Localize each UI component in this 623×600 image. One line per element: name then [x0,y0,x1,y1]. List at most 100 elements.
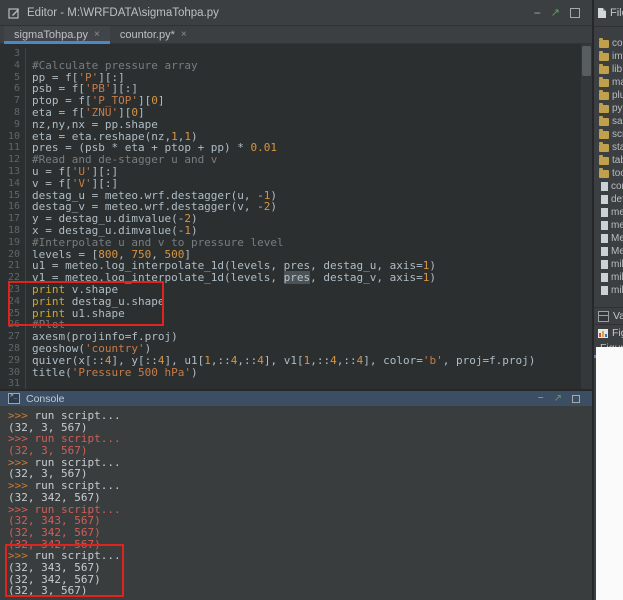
editor-window-title: Editor - M:\WRFDATA\sigmaTohpa.py [27,7,534,19]
line-number: 21 [0,260,26,272]
figures-chart-icon [598,329,608,338]
edit-icon [8,7,20,19]
console-window-title: Console [26,393,538,405]
figures-panel-header[interactable]: Figu [594,324,623,341]
variables-panel-title: Va [613,310,623,322]
detach-arrow-icon[interactable]: ↗ [551,7,560,19]
tree-item-col[interactable]: col [594,37,623,50]
line-number: 16 [0,201,26,213]
console-output: >>> run script...(32, 3, 567)>>> run scr… [8,410,588,600]
line-number: 27 [0,331,26,343]
tree-item-lib[interactable]: lib [594,63,623,76]
editor-tab[interactable]: sigmaTohpa.py × [4,26,110,43]
folder-icon [599,66,609,74]
console-title-bar: Console − ↗ [0,391,592,406]
line-number: 19 [0,237,26,249]
tree-item-label: scri [612,129,623,140]
tree-item-label: def [611,194,623,205]
minimize-icon[interactable]: − [538,393,544,405]
line-number: 23 [0,284,26,296]
tab-label: countor.py* [120,29,175,41]
figure-canvas [596,347,623,600]
tree-item-mil[interactable]: mil [594,271,623,284]
tree-item-label: met [611,220,623,231]
editor-tab-bar: sigmaTohpa.py × countor.py* × [0,26,592,44]
console-line: >>> run script... [8,410,588,422]
maximize-icon[interactable] [572,395,580,403]
file-icon [601,234,608,243]
file-icon [601,221,608,230]
file-tree: colimalib maplupylisanscri stattabtoocon de… [594,27,623,307]
tab-close-icon[interactable]: × [181,29,187,40]
folder-icon [599,40,609,48]
console-window-controls: − ↗ [538,393,580,405]
line-number: 28 [0,343,26,355]
code-text: title('Pressure 500 hPa') [26,367,198,379]
code-area: 34#Calculate pressure array5pp = f['P'][… [0,44,580,389]
right-panel: File colimalibmaplupylisanscristattabtoo… [592,0,623,600]
folder-icon [599,157,609,165]
tree-item-label: mil [611,285,623,296]
folder-icon [599,53,609,61]
code-line[interactable]: 25print u1.shape [0,308,580,320]
tree-item-san[interactable]: san [594,115,623,128]
tree-item-label: stat [612,142,623,153]
tab-close-icon[interactable]: × [94,29,100,40]
tree-item-ma[interactable]: ma [594,76,623,89]
tab-label: sigmaTohpa.py [14,29,88,41]
tree-item-mila[interactable]: mila [594,258,623,271]
file-icon [601,182,608,191]
line-number: 7 [0,95,26,107]
detach-arrow-icon[interactable]: ↗ [554,393,562,405]
tree-item-too[interactable]: too [594,167,623,180]
editor-body[interactable]: 34#Calculate pressure array5pp = f['P'][… [0,44,592,389]
console-icon [8,393,20,404]
file-icon [601,208,608,217]
line-number: 10 [0,131,26,143]
tree-item-pyli[interactable]: pyli [594,102,623,115]
file-icon [601,273,608,282]
tree-item-label: con [611,181,623,192]
editor-scrollbar[interactable] [581,44,592,389]
tree-item-mil[interactable]: mil [594,284,623,297]
tree-item-met[interactable]: met [594,219,623,232]
console-line: (32, 342, 567) [8,574,588,586]
file-icon [601,247,608,256]
line-number: 30 [0,367,26,379]
tree-item-plu[interactable]: plu [594,89,623,102]
tree-item-Me[interactable]: Me [594,245,623,258]
line-number: 25 [0,308,26,320]
line-number: 20 [0,249,26,261]
line-number: 17 [0,213,26,225]
tree-item-Me[interactable]: Me [594,232,623,245]
code-line[interactable]: 30title('Pressure 500 hPa') [0,367,580,379]
line-number: 3 [0,48,26,60]
line-number: 15 [0,190,26,202]
line-number: 4 [0,60,26,72]
file-icon [601,260,608,269]
variables-panel-header[interactable]: Va [594,307,623,324]
tree-item-con[interactable]: con [594,180,623,193]
tree-item-scri[interactable]: scri [594,128,623,141]
scrollbar-thumb[interactable] [582,46,591,76]
line-number: 14 [0,178,26,190]
tree-item-def[interactable]: def [594,193,623,206]
tree-item-stat[interactable]: stat [594,141,623,154]
file-icon [601,286,608,295]
tree-item-ima[interactable]: ima [594,50,623,63]
minimize-icon[interactable]: − [534,7,541,19]
folder-icon [599,131,609,139]
tree-item-label: lib [612,64,622,75]
console-body[interactable]: >>> run script...(32, 3, 567)>>> run scr… [0,406,592,600]
tree-item-tab[interactable]: tab [594,154,623,167]
line-number: 24 [0,296,26,308]
maximize-icon[interactable] [570,8,580,18]
editor-tab[interactable]: countor.py* × [110,26,197,43]
tree-item-met[interactable]: met [594,206,623,219]
code-line[interactable]: 31 [0,378,580,389]
tree-item-label: ma [612,77,623,88]
folder-icon [599,144,609,152]
tree-item-label: mila [611,259,623,270]
folder-icon [599,118,609,126]
line-number: 8 [0,107,26,119]
